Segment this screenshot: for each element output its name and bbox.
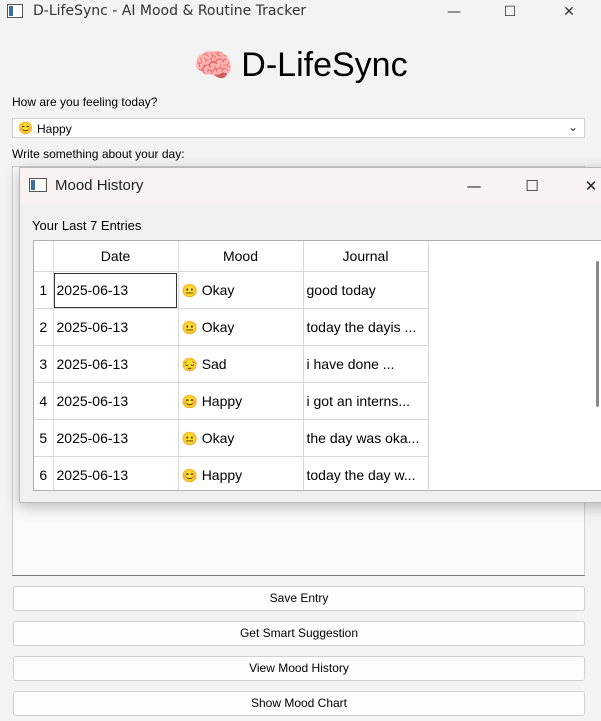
- dialog-title: Mood History: [55, 177, 144, 194]
- brain-icon: 🧠: [193, 47, 234, 83]
- dialog-body: Your Last 7 Entries Date Mood Journal 12…: [20, 204, 601, 504]
- date-cell[interactable]: 2025-06-13: [53, 382, 179, 420]
- app-title: D-LifeSync: [241, 46, 408, 84]
- app-window-icon: [7, 4, 23, 18]
- happy-face-icon: 😊: [18, 121, 33, 135]
- row-number[interactable]: 4: [34, 382, 54, 420]
- dialog-window-icon: [29, 178, 47, 192]
- journal-cell[interactable]: i have done ...: [303, 345, 429, 383]
- date-cell[interactable]: 2025-06-13: [53, 456, 179, 490]
- dialog-minimize-button[interactable]: —: [445, 168, 503, 204]
- show-chart-button[interactable]: Show Mood Chart: [13, 691, 585, 716]
- table-header-row: Date Mood Journal: [34, 241, 429, 272]
- maximize-button[interactable]: ☐: [481, 0, 539, 24]
- journal-label: Write something about your day:: [12, 147, 185, 161]
- journal-cell[interactable]: good today: [303, 271, 429, 309]
- history-table-grid: Date Mood Journal 1 2025-06-13 😐 Okay good t…: [34, 241, 429, 490]
- row-number[interactable]: 3: [34, 345, 54, 383]
- table-row[interactable]: 5 2025-06-13 😐 Okay the day was oka...: [34, 419, 429, 457]
- chevron-down-icon[interactable]: ⌄: [568, 120, 578, 134]
- mood-label: Happy: [201, 466, 243, 483]
- table-row[interactable]: 3 2025-06-13 😔 Sad i have done ...: [34, 345, 429, 383]
- mood-label: Sad: [201, 355, 227, 372]
- minimize-button[interactable]: —: [425, 0, 483, 24]
- row-number[interactable]: 2: [34, 308, 54, 346]
- mood-label: Okay: [201, 429, 235, 446]
- window-title: D-LifeSync - AI Mood & Routine Tracker: [33, 3, 307, 19]
- column-header-date[interactable]: Date: [53, 241, 179, 272]
- entries-label: Your Last 7 Entries: [32, 218, 142, 233]
- dialog-titlebar: Mood History — ☐ ✕: [20, 168, 601, 204]
- mood-cell[interactable]: 😐 Okay: [178, 308, 304, 346]
- date-cell[interactable]: 2025-06-13: [53, 419, 179, 457]
- dialog-close-button[interactable]: ✕: [562, 168, 601, 204]
- column-header-journal[interactable]: Journal: [303, 241, 429, 272]
- mood-cell[interactable]: 😊 Happy: [178, 456, 304, 490]
- column-header-mood[interactable]: Mood: [178, 241, 304, 272]
- mood-face-icon: 😐: [181, 282, 198, 298]
- mood-label: Happy: [201, 392, 243, 409]
- mood-dropdown-value: Happy: [37, 122, 72, 136]
- mood-face-icon: 😔: [181, 356, 198, 372]
- table-row[interactable]: 1 2025-06-13 😐 Okay good today: [34, 271, 429, 309]
- row-number[interactable]: 6: [34, 456, 54, 490]
- row-number[interactable]: 1: [34, 271, 54, 309]
- app-titlebar: D-LifeSync - AI Mood & Routine Tracker —…: [0, 0, 601, 24]
- mood-cell[interactable]: 😐 Okay: [178, 419, 304, 457]
- table-row[interactable]: 4 2025-06-13 😊 Happy i got an interns...: [34, 382, 429, 420]
- close-button[interactable]: ✕: [540, 0, 598, 24]
- save-entry-button[interactable]: Save Entry: [13, 586, 585, 611]
- mood-label: Okay: [201, 281, 235, 298]
- app-header: 🧠 D-LifeSync: [0, 46, 601, 85]
- dialog-maximize-button[interactable]: ☐: [503, 168, 561, 204]
- smart-suggestion-button[interactable]: Get Smart Suggestion: [13, 621, 585, 646]
- mood-face-icon: 😐: [181, 319, 198, 335]
- mood-history-dialog: Mood History — ☐ ✕ Your Last 7 Entries D…: [19, 167, 601, 503]
- corner-header[interactable]: [34, 241, 54, 272]
- view-history-button[interactable]: View Mood History: [13, 656, 585, 681]
- mood-dropdown[interactable]: 😊 Happy ⌄: [12, 118, 585, 138]
- mood-cell[interactable]: 😊 Happy: [178, 382, 304, 420]
- mood-cell[interactable]: 😐 Okay: [178, 271, 304, 309]
- mood-label: Okay: [201, 318, 235, 335]
- journal-cell[interactable]: today the dayis ...: [303, 308, 429, 346]
- journal-cell[interactable]: today the day w...: [303, 456, 429, 490]
- history-table[interactable]: Date Mood Journal 1 2025-06-13 😐 Okay good t…: [33, 240, 601, 491]
- mood-face-icon: 😊: [181, 467, 198, 483]
- mood-cell[interactable]: 😔 Sad: [178, 345, 304, 383]
- journal-cell[interactable]: i got an interns...: [303, 382, 429, 420]
- table-row[interactable]: 6 2025-06-13 😊 Happy today the day w...: [34, 456, 429, 490]
- date-cell[interactable]: 2025-06-13: [53, 308, 179, 346]
- feeling-label: How are you feeling today?: [12, 95, 158, 109]
- mood-face-icon: 😊: [181, 393, 198, 409]
- date-cell[interactable]: 2025-06-13: [53, 345, 179, 383]
- journal-cell[interactable]: the day was oka...: [303, 419, 429, 457]
- table-scrollbar[interactable]: [596, 261, 599, 407]
- mood-face-icon: 😐: [181, 430, 198, 446]
- date-cell[interactable]: 2025-06-13: [53, 271, 179, 309]
- table-row[interactable]: 2 2025-06-13 😐 Okay today the dayis ...: [34, 308, 429, 346]
- row-number[interactable]: 5: [34, 419, 54, 457]
